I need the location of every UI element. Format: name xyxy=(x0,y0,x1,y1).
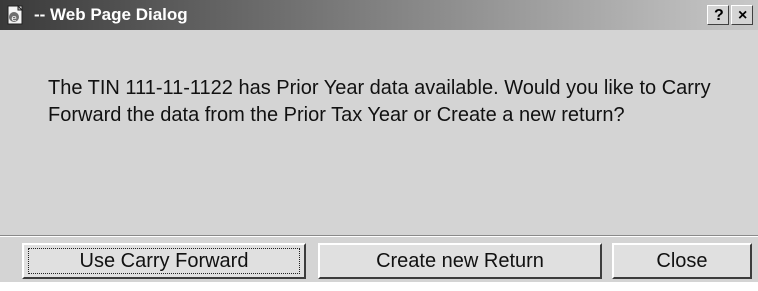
window-title: -- Web Page Dialog xyxy=(34,5,188,24)
svg-text:e: e xyxy=(11,14,17,24)
close-button[interactable]: Close xyxy=(612,243,752,279)
title-close-button[interactable]: × xyxy=(731,5,753,25)
button-area-divider xyxy=(0,235,758,237)
web-page-dialog: e -- Web Page Dialog ? × The TIN 111-11-… xyxy=(0,0,758,282)
close-label: Close xyxy=(656,249,708,272)
help-icon: ? xyxy=(714,7,724,24)
use-carry-forward-button[interactable]: Use Carry Forward xyxy=(22,243,306,279)
help-button[interactable]: ? xyxy=(707,5,729,25)
close-icon: × xyxy=(738,7,748,24)
ie-page-icon: e xyxy=(5,4,27,26)
title-bar[interactable]: e -- Web Page Dialog ? × xyxy=(0,0,758,30)
dialog-message: The TIN 111-11-1122 has Prior Year data … xyxy=(48,77,711,126)
create-new-return-label: Create new Return xyxy=(376,249,544,272)
create-new-return-button[interactable]: Create new Return xyxy=(318,243,602,279)
focus-ring xyxy=(28,248,300,274)
